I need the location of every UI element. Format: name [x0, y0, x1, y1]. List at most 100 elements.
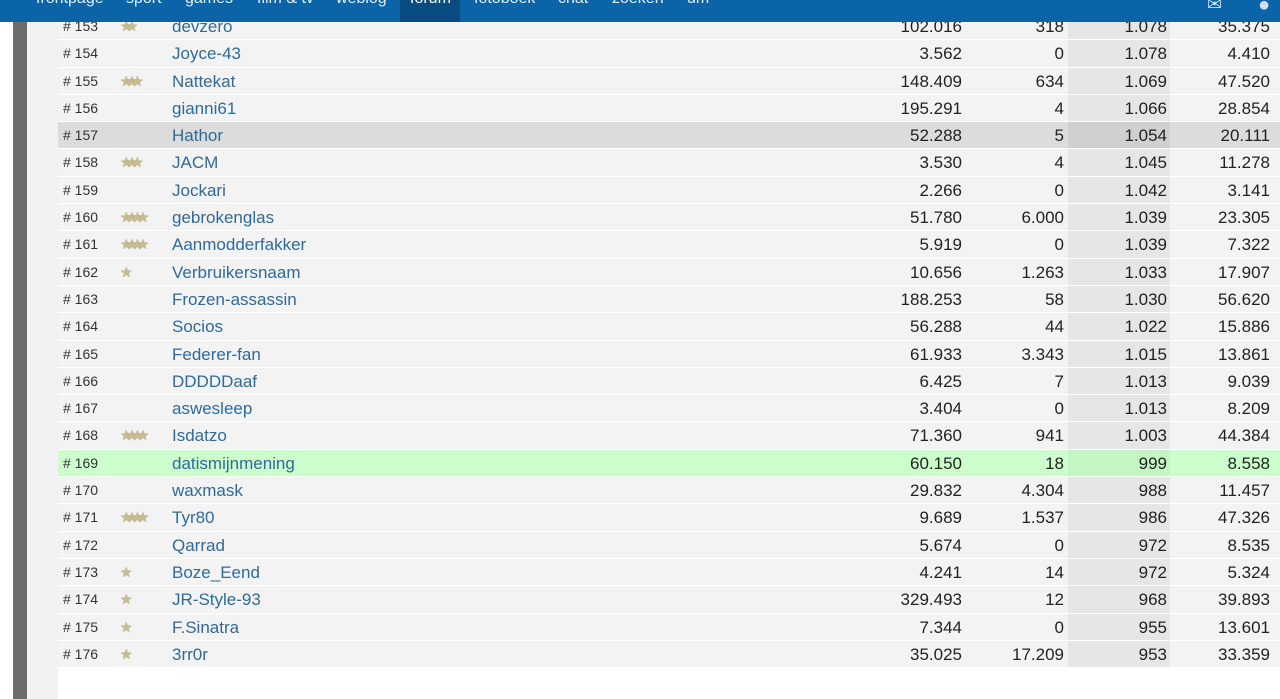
username-link[interactable]: waxmask [172, 477, 243, 504]
username-link[interactable]: F.Sinatra [172, 614, 239, 641]
value-cell-1: 35.025 [910, 644, 962, 664]
value-cell-2: 4 [1054, 153, 1064, 173]
username-link[interactable]: Aanmodderfakker [172, 231, 306, 258]
value-cell-3: 1.033 [1124, 262, 1167, 282]
value-cell-4: 28.854 [1218, 98, 1270, 118]
value-cell-4: 11.457 [1219, 481, 1270, 501]
star-icon: ★ [136, 509, 149, 526]
rank-cell: # 168 [63, 427, 99, 444]
nav-chat[interactable]: chat [558, 0, 588, 8]
rank-cell: # 170 [63, 482, 99, 499]
rank-cell: # 164 [63, 318, 99, 335]
nav-zoeken[interactable]: zoeken [612, 0, 664, 8]
value-cell-1: 4.241 [919, 562, 962, 582]
username-link[interactable]: datismijnmening [172, 450, 295, 477]
value-cell-3: 1.039 [1124, 235, 1167, 255]
value-cell-3: 972 [1138, 562, 1167, 582]
rank-cell: # 159 [63, 181, 99, 198]
value-cell-3: 1.066 [1124, 98, 1167, 118]
value-cell-4: 7.322 [1227, 235, 1270, 255]
username-link[interactable]: JR-Style-93 [172, 586, 261, 613]
rank-stars: ★ ★ ★ [120, 68, 143, 95]
value-cell-1: 9.689 [919, 508, 962, 528]
left-margin [27, 22, 58, 699]
rank-cell: # 165 [63, 345, 99, 362]
nav-weblog[interactable]: weblog [336, 0, 387, 8]
value-cell-1: 3.530 [919, 153, 962, 173]
value-cell-4: 20.111 [1220, 126, 1270, 146]
username-link[interactable]: 3rr0r [172, 641, 208, 668]
username-link[interactable]: Isdatzo [172, 422, 227, 449]
mail-icon[interactable]: ✉ [1207, 0, 1222, 15]
value-cell-1: 51.780 [910, 208, 962, 228]
table-row: # 169 datismijnmening 60.150 18 999 8.558 [58, 449, 1280, 478]
chat-bubble-icon[interactable]: ● [1258, 0, 1270, 17]
value-cell-1: 5.919 [919, 235, 962, 255]
value-cell-2: 44 [1045, 317, 1064, 337]
username-link[interactable]: Verbruikersnaam [172, 259, 301, 286]
nav-fotoboek[interactable]: fotoboek [474, 0, 535, 8]
value-cell-1: 10.656 [910, 262, 962, 282]
username-link[interactable]: aswesleep [172, 395, 252, 422]
username-link[interactable]: Boze_Eend [172, 559, 260, 586]
nav-active-tab[interactable]: forum [400, 0, 460, 22]
rank-cell: # 158 [63, 154, 99, 171]
value-cell-3: 988 [1138, 481, 1167, 501]
rank-cell: # 173 [63, 563, 99, 580]
table-row: # 161 ★ ★ ★ ★ Aanmodderfakker 5.919 0 1.039 7.322 [58, 231, 1280, 259]
value-cell-2: 1.263 [1021, 262, 1064, 282]
star-icon: ★ [120, 263, 132, 280]
nav-forum[interactable]: forum [410, 0, 451, 8]
nav-frontpage[interactable]: frontpage [36, 0, 104, 8]
nav-film-tv[interactable]: film & tv [257, 0, 314, 8]
star-icon: ★ [136, 427, 149, 444]
value-cell-3: 1.078 [1124, 44, 1167, 64]
value-cell-3: 1.054 [1124, 126, 1167, 146]
nav-games[interactable]: games [185, 0, 233, 8]
value-cell-4: 9.039 [1227, 371, 1270, 391]
value-cell-1: 71.360 [910, 426, 962, 446]
value-cell-4: 56.620 [1218, 289, 1270, 309]
nav-sport[interactable]: sport [126, 0, 162, 8]
nav-dm[interactable]: dm [687, 0, 709, 8]
username-link[interactable]: gianni61 [172, 95, 236, 122]
star-icon: ★ [131, 72, 143, 89]
rank-cell: # 160 [63, 209, 99, 226]
table-row: # 165 Federer-fan 61.933 3.343 1.015 13.861 [58, 340, 1280, 368]
username-link[interactable]: Nattekat [172, 68, 235, 95]
rank-cell: # 169 [63, 454, 99, 471]
rank-stars: ★ [120, 559, 132, 586]
table-row: # 163 Frozen-assassin 188.253 58 1.030 56.620 [58, 285, 1280, 314]
value-cell-3: 1.022 [1124, 317, 1167, 337]
username-link[interactable]: gebrokenglas [172, 204, 274, 231]
value-cell-4: 13.601 [1218, 617, 1270, 637]
rank-cell: # 166 [63, 372, 99, 389]
rank-stars: ★ ★ ★ ★ [120, 231, 149, 258]
username-link[interactable]: Tyr80 [172, 504, 215, 531]
value-cell-2: 17.209 [1012, 644, 1064, 664]
value-cell-4: 8.535 [1227, 535, 1270, 555]
value-cell-1: 148.409 [900, 71, 962, 91]
username-link[interactable]: Jockari [172, 177, 226, 204]
table-row: # 154 Joyce-43 3.562 0 1.078 4.410 [58, 40, 1280, 68]
rank-cell: # 174 [63, 591, 99, 608]
value-cell-3: 986 [1138, 508, 1167, 528]
left-gutter [13, 22, 27, 699]
username-link[interactable]: Federer-fan [172, 341, 261, 368]
username-link[interactable]: Hathor [172, 122, 223, 149]
username-link[interactable]: Qarrad [172, 532, 225, 559]
value-cell-4: 15.886 [1218, 317, 1270, 337]
table-row: # 156 gianni61 195.291 4 1.066 28.854 [58, 94, 1280, 123]
rank-cell: # 175 [63, 618, 99, 635]
rank-cell: # 162 [63, 263, 99, 280]
username-link[interactable]: DDDDDaaf [172, 368, 257, 395]
rank-stars: ★ [120, 641, 132, 668]
username-link[interactable]: JACM [172, 149, 218, 176]
value-cell-2: 0 [1054, 399, 1064, 419]
username-link[interactable]: Socios [172, 313, 223, 340]
rank-stars: ★ ★ ★ ★ [120, 204, 149, 231]
username-link[interactable]: Frozen-assassin [172, 286, 297, 313]
table-row: # 158 ★ ★ ★ JACM 3.530 4 1.045 11.278 [58, 149, 1280, 177]
username-link[interactable]: Joyce-43 [172, 40, 241, 67]
table-row: # 168 ★ ★ ★ ★ Isdatzo 71.360 941 1.003 44.384 [58, 422, 1280, 450]
